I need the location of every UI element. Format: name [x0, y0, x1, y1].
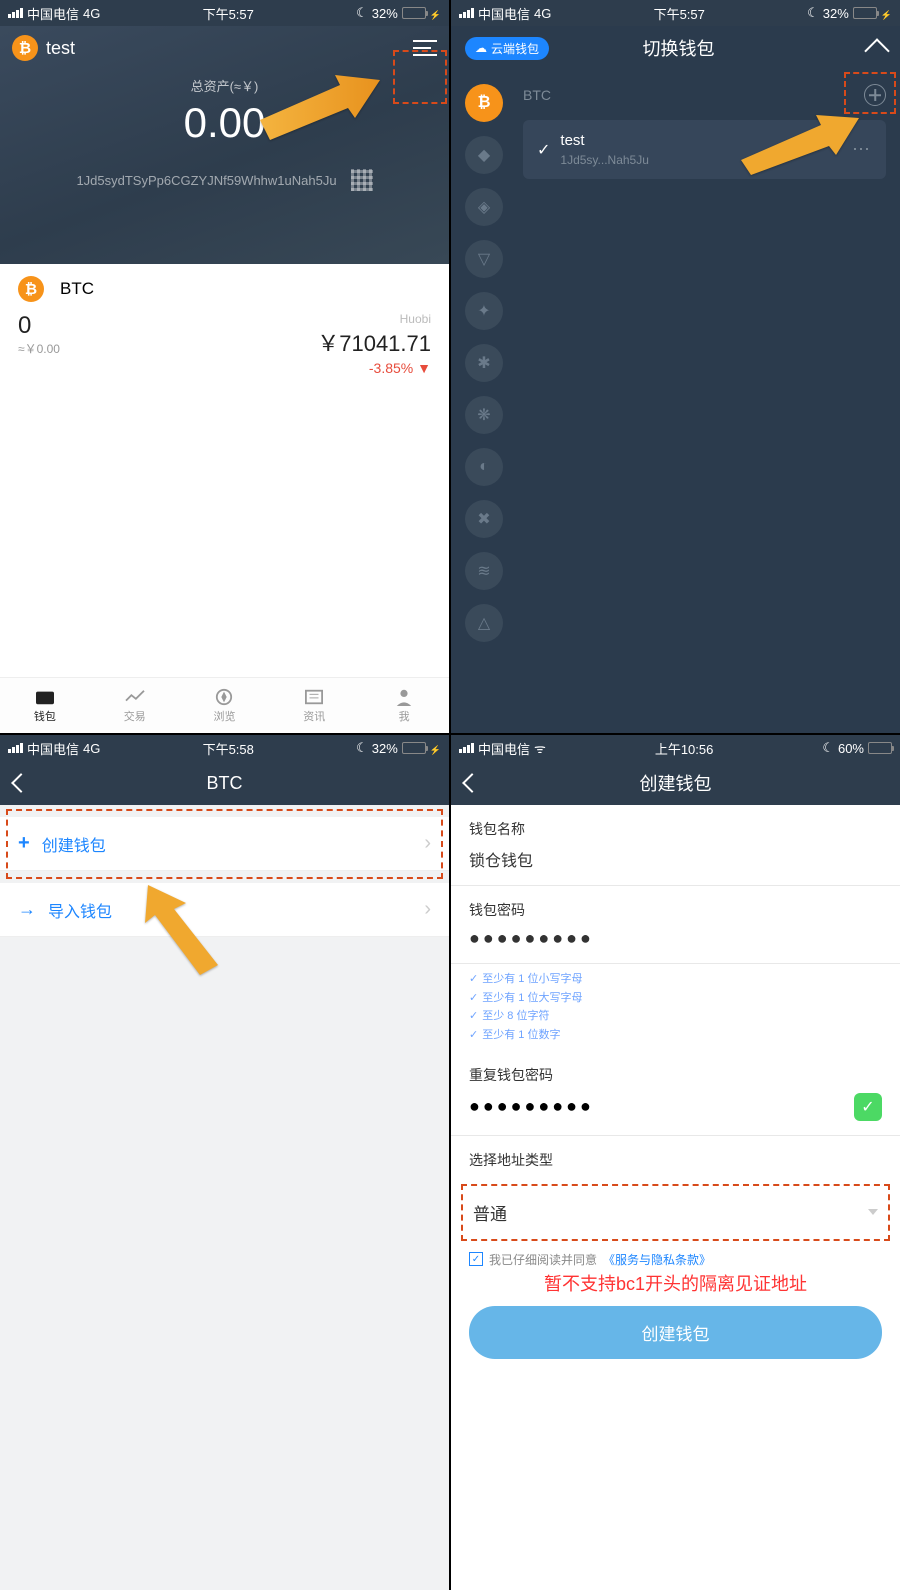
status-bar: 中国电信4G 下午5:58 32%	[0, 735, 449, 761]
coin-eth-icon[interactable]: ◆	[465, 136, 503, 174]
import-wallet-option[interactable]: → 导入钱包›	[0, 883, 449, 937]
check-badge-icon: ✓	[854, 1093, 882, 1121]
plus-icon: +	[18, 832, 30, 855]
coin-rail: ₿ ◆ ◈ ▽ ✦ ✱ ❋ ◐ ✖ ≋ △	[451, 70, 517, 733]
status-bar: 中国电信4G 下午5:57 32%	[451, 0, 900, 26]
agree-row[interactable]: ✓ 我已仔细阅读并同意《服务与隐私条款》	[469, 1251, 882, 1268]
screen-title: 切换钱包	[489, 35, 868, 61]
coin-atom-icon[interactable]: ✱	[465, 344, 503, 382]
screen-title: 创建钱包	[640, 770, 712, 796]
status-bar: 中国电信4G 下午5:57 32%	[0, 0, 449, 26]
battery-icon	[402, 7, 426, 19]
coin-sol-icon[interactable]: ≋	[465, 552, 503, 590]
input-name[interactable]: 锁仓钱包	[451, 847, 900, 886]
coin-btc-icon[interactable]: ₿	[465, 84, 503, 122]
qr-icon[interactable]	[351, 169, 373, 191]
menu-icon[interactable]	[413, 40, 437, 56]
coin-iost-icon[interactable]: ❋	[465, 396, 503, 434]
wallet-row[interactable]: ✓ test1Jd5sy...Nah5Ju ⋯	[523, 120, 886, 179]
create-wallet-button[interactable]: 创建钱包	[469, 1306, 882, 1359]
tab-news[interactable]: 资讯	[269, 678, 359, 733]
dropdown-icon	[868, 1209, 878, 1215]
warning-text: 暂不支持bc1开头的隔离见证地址	[451, 1270, 900, 1296]
wifi-icon: ᯤ	[534, 739, 546, 757]
check-icon: ✓	[537, 140, 550, 160]
label-password2: 重复钱包密码	[451, 1051, 900, 1093]
checkbox-icon: ✓	[469, 1252, 483, 1266]
coin-ont-icon[interactable]: ◐	[465, 448, 503, 486]
total-label: 总资产(≈￥)	[0, 76, 449, 95]
tab-wallet[interactable]: 钱包	[0, 678, 90, 733]
arrow-right-icon: →	[18, 899, 36, 920]
add-wallet-icon[interactable]	[864, 84, 886, 106]
moon-icon	[356, 5, 368, 21]
price-delta: -3.85% ▼	[317, 360, 431, 376]
password-rules: ✓至少有 1 位小写字母 ✓至少有 1 位大写字母 ✓至少 8 位字符 ✓至少有…	[451, 964, 900, 1051]
category-label: BTC	[523, 87, 551, 103]
signal-icon	[8, 8, 23, 18]
coin-qty: 0	[18, 312, 60, 340]
terms-link: 《服务与隐私条款》	[603, 1251, 711, 1268]
coin-bnb-icon[interactable]: ✦	[465, 292, 503, 330]
label-password: 钱包密码	[451, 886, 900, 928]
input-password[interactable]: ●●●●●●●●●	[451, 928, 900, 964]
tab-me[interactable]: 我	[359, 678, 449, 733]
chevron-right-icon: ›	[424, 832, 431, 855]
more-icon[interactable]: ⋯	[852, 139, 872, 160]
coin-eos-icon[interactable]: ◈	[465, 188, 503, 226]
tab-trade[interactable]: 交易	[90, 678, 180, 733]
coin-fiat: ≈￥0.00	[18, 340, 60, 357]
label-type: 选择地址类型	[451, 1136, 900, 1178]
coin-dot-icon[interactable]: ✖	[465, 500, 503, 538]
bitcoin-icon: ₿	[12, 35, 38, 61]
create-wallet-option[interactable]: + 创建钱包›	[0, 817, 449, 871]
wallet-name: test	[46, 38, 75, 59]
coin-card[interactable]: ₿BTC 0 ≈￥0.00 Huobi ￥71041.71 -3.85% ▼	[0, 264, 449, 388]
input-password2[interactable]: ●●●●●●●●●	[469, 1096, 594, 1117]
bitcoin-icon: ₿	[18, 276, 44, 302]
wallet-address[interactable]: 1Jd5sydTSyPp6CGZYJNf59Whhw1uNah5Ju	[76, 173, 336, 188]
total-value: 0.00	[0, 99, 449, 147]
tab-browse[interactable]: 浏览	[180, 678, 270, 733]
coin-price: ￥71041.71	[317, 326, 431, 358]
tab-bar: 钱包 交易 浏览 资讯 我	[0, 677, 449, 733]
charging-icon	[430, 6, 441, 21]
screen-title: BTC	[207, 773, 243, 794]
address-type-select[interactable]: 普通	[461, 1184, 890, 1241]
coin-ada-icon[interactable]: △	[465, 604, 503, 642]
label-name: 钱包名称	[451, 805, 900, 847]
status-bar: 中国电信ᯤ 上午10:56 60%	[451, 735, 900, 761]
coin-trx-icon[interactable]: ▽	[465, 240, 503, 278]
price-source: Huobi	[317, 312, 431, 326]
back-icon[interactable]	[462, 773, 482, 793]
back-icon[interactable]	[11, 773, 31, 793]
chevron-right-icon: ›	[424, 898, 431, 921]
collapse-icon[interactable]	[864, 38, 889, 63]
